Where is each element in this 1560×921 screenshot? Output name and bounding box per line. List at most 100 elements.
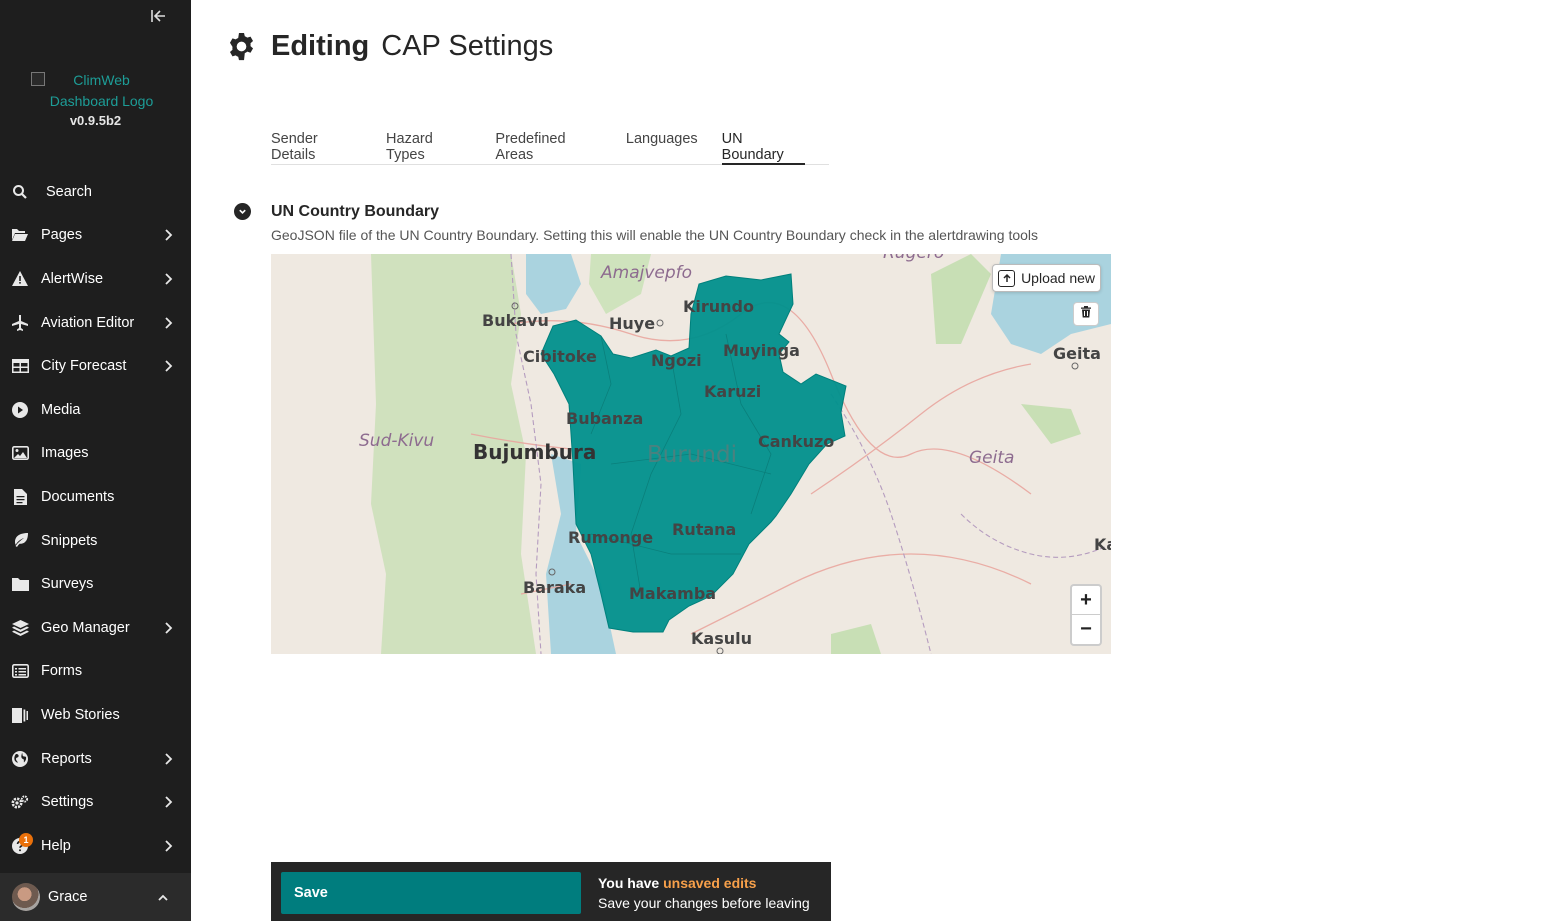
map-label-muyinga: Muyinga bbox=[723, 341, 800, 360]
sidebar: ClimWeb Dashboard Logo v0.9.5b2 Search P… bbox=[0, 0, 191, 921]
map-label-rumonge: Rumonge bbox=[568, 528, 653, 547]
user-menu[interactable]: Grace bbox=[0, 873, 191, 921]
tab-un-boundary[interactable]: UN Boundary bbox=[721, 125, 805, 165]
stories-icon bbox=[11, 706, 29, 724]
map-label-bukavu: Bukavu bbox=[482, 311, 549, 330]
sidebar-item-label: Settings bbox=[41, 794, 94, 811]
map-label-kirundo: Kirundo bbox=[683, 297, 754, 316]
user-name: Grace bbox=[48, 889, 88, 905]
unsaved-prefix: You have bbox=[598, 875, 664, 891]
gear-icon bbox=[226, 30, 257, 63]
sidebar-item-snippets[interactable]: Snippets bbox=[0, 519, 191, 563]
sidebar-item-label: Aviation Editor bbox=[41, 314, 135, 331]
section-collapse-button[interactable] bbox=[234, 203, 251, 220]
logo[interactable]: ClimWeb Dashboard Logo v0.9.5b2 bbox=[0, 70, 191, 128]
chevron-down-icon bbox=[238, 203, 247, 221]
sidebar-item-geo-manager[interactable]: Geo Manager bbox=[0, 606, 191, 650]
sidebar-item-documents[interactable]: Documents bbox=[0, 475, 191, 519]
sidebar-item-label: AlertWise bbox=[41, 270, 104, 287]
sidebar-item-label: Geo Manager bbox=[41, 619, 130, 636]
sidebar-item-surveys[interactable]: Surveys bbox=[0, 562, 191, 606]
chevron-right-icon bbox=[163, 621, 173, 635]
sidebar-search[interactable]: Search bbox=[0, 170, 191, 214]
trash-icon bbox=[1080, 305, 1092, 323]
map-label-rugero: Rugero bbox=[883, 254, 944, 263]
map-label-rutana: Rutana bbox=[672, 520, 736, 539]
logo-alt-text: ClimWeb Dashboard Logo bbox=[30, 70, 161, 112]
map-label-karuzi: Karuzi bbox=[704, 382, 761, 401]
tab-predefined-areas[interactable]: Predefined Areas bbox=[495, 125, 601, 165]
map-label-geita-city: Geita bbox=[1053, 344, 1101, 363]
map-label-amajvepfo: Amajvepfo bbox=[600, 263, 692, 283]
sidebar-item-help[interactable]: 1 Help bbox=[0, 824, 191, 868]
warning-icon bbox=[11, 270, 29, 288]
sidebar-item-reports[interactable]: Reports bbox=[0, 737, 191, 781]
search-icon bbox=[11, 183, 29, 201]
map-label-ka: Ka bbox=[1094, 535, 1111, 554]
sidebar-item-city-forecast[interactable]: City Forecast bbox=[0, 344, 191, 388]
sidebar-item-label: Pages bbox=[41, 227, 83, 244]
image-icon bbox=[11, 444, 29, 462]
zoom-in-button[interactable]: + bbox=[1072, 586, 1100, 615]
sidebar-item-label: Media bbox=[41, 401, 81, 418]
collapse-left-icon[interactable] bbox=[148, 6, 168, 26]
version-label: v0.9.5b2 bbox=[69, 113, 122, 128]
upload-new-label: Upload new bbox=[1021, 270, 1095, 286]
boundary-map[interactable]: Bukavu Huye Geita Cibitoke Kirundo Ngozi… bbox=[271, 254, 1111, 654]
plane-icon bbox=[11, 314, 29, 332]
sidebar-item-images[interactable]: Images bbox=[0, 432, 191, 476]
sidebar-item-label: Documents bbox=[41, 488, 115, 505]
sidebar-item-label: Snippets bbox=[41, 532, 98, 549]
avatar bbox=[12, 883, 40, 911]
save-button[interactable]: Save bbox=[281, 872, 581, 914]
cogs-icon bbox=[11, 793, 29, 811]
layers-icon bbox=[11, 619, 29, 637]
sidebar-item-media[interactable]: Media bbox=[0, 388, 191, 432]
page-title: CAP Settings bbox=[381, 30, 554, 62]
sidebar-item-alertwise[interactable]: AlertWise bbox=[0, 257, 191, 301]
sidebar-item-settings[interactable]: Settings bbox=[0, 780, 191, 824]
list-icon bbox=[11, 662, 29, 680]
unsaved-subtext: Save your changes before leaving bbox=[598, 895, 810, 911]
map-label-baraka: Baraka bbox=[523, 578, 586, 597]
zoom-out-button[interactable]: − bbox=[1072, 615, 1100, 644]
map-label-makamba: Makamba bbox=[629, 584, 716, 603]
sidebar-item-label: Reports bbox=[41, 750, 92, 767]
sidebar-item-aviation-editor[interactable]: Aviation Editor bbox=[0, 301, 191, 345]
sidebar-item-pages[interactable]: Pages bbox=[0, 214, 191, 258]
chevron-right-icon bbox=[163, 795, 173, 809]
chevron-right-icon bbox=[163, 272, 173, 286]
broken-image-icon bbox=[30, 72, 45, 86]
chevron-right-icon bbox=[163, 228, 173, 242]
sidebar-item-forms[interactable]: Forms bbox=[0, 650, 191, 694]
delete-button[interactable] bbox=[1073, 302, 1099, 326]
map-label-kasulu: Kasulu bbox=[691, 629, 752, 648]
tab-bar: Sender Details Hazard Types Predefined A… bbox=[271, 125, 829, 165]
tab-hazard-types[interactable]: Hazard Types bbox=[386, 125, 471, 165]
map-canvas: Bukavu Huye Geita Cibitoke Kirundo Ngozi… bbox=[271, 254, 1111, 654]
upload-new-button[interactable]: Upload new bbox=[992, 264, 1101, 292]
sidebar-item-label: Help bbox=[41, 837, 71, 854]
sidebar-item-label: Forms bbox=[41, 663, 83, 680]
globe-icon bbox=[11, 750, 29, 768]
sidebar-item-web-stories[interactable]: Web Stories bbox=[0, 693, 191, 737]
document-icon bbox=[11, 488, 29, 506]
map-label-bujumbura: Bujumbura bbox=[473, 440, 596, 464]
chevron-right-icon bbox=[163, 316, 173, 330]
folder-open-icon bbox=[11, 226, 29, 244]
zoom-control: + − bbox=[1070, 584, 1102, 646]
unsaved-highlight: unsaved edits bbox=[663, 875, 757, 891]
unsaved-warning: You have unsaved edits bbox=[598, 875, 756, 891]
leaf-icon bbox=[11, 532, 29, 550]
map-label-cankuzo: Cankuzo bbox=[758, 432, 834, 451]
sidebar-item-label: City Forecast bbox=[41, 358, 127, 375]
table-icon bbox=[11, 357, 29, 375]
chevron-right-icon bbox=[163, 839, 173, 853]
chevron-right-icon bbox=[163, 752, 173, 766]
notification-badge: 1 bbox=[19, 832, 33, 847]
tab-languages[interactable]: Languages bbox=[626, 125, 698, 165]
sidebar-menu: Search Pages AlertWise Aviation Editor City… bbox=[0, 170, 191, 868]
page-title-editing: Editing bbox=[271, 30, 370, 62]
tab-sender-details[interactable]: Sender Details bbox=[271, 125, 362, 165]
section-title: UN Country Boundary bbox=[271, 203, 439, 220]
